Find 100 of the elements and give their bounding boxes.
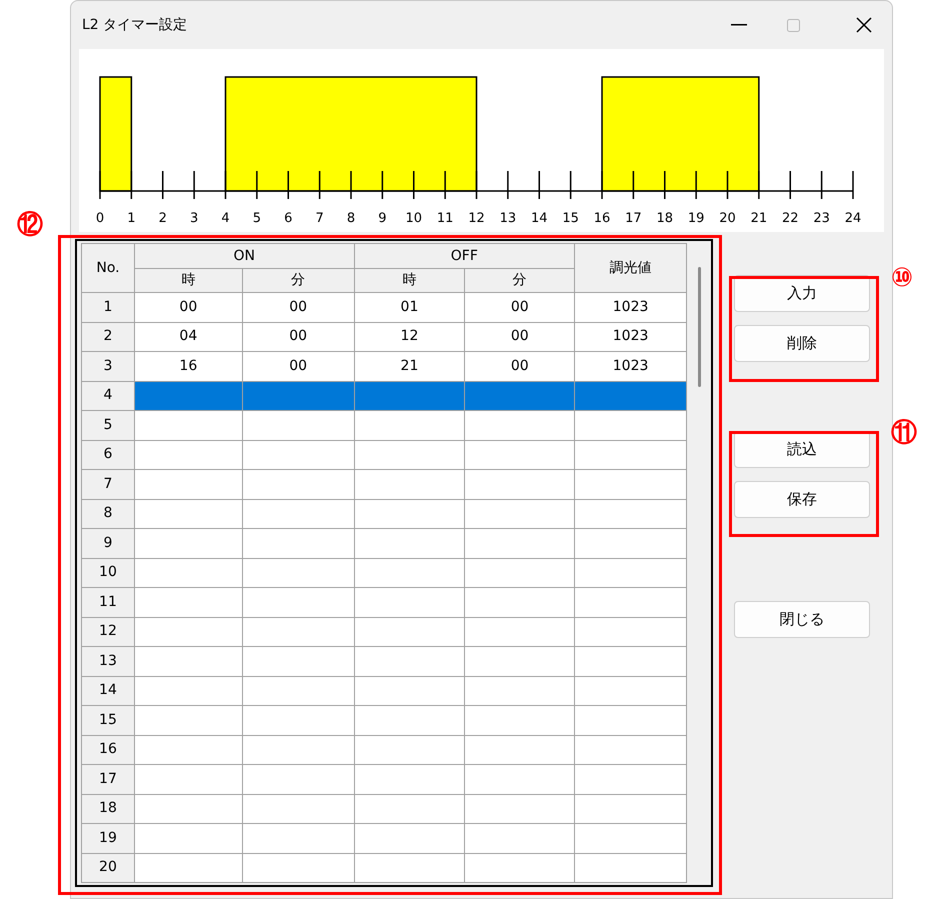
row-number: 2 xyxy=(82,322,134,352)
table-row[interactable]: 9 xyxy=(82,528,687,558)
table-row[interactable]: 12 xyxy=(82,617,687,646)
table-cell: 1023 xyxy=(574,292,687,322)
row-number: 3 xyxy=(82,352,134,381)
row-number: 11 xyxy=(82,588,134,617)
tick-label: 8 xyxy=(346,211,356,226)
table-row[interactable]: 16 xyxy=(82,735,687,764)
table-row[interactable]: 5 xyxy=(82,410,687,440)
window-title: L2 タイマー設定 xyxy=(82,16,188,34)
tick-label: 7 xyxy=(315,211,324,226)
action-button[interactable]: 閉じる xyxy=(734,601,870,638)
row-number: 14 xyxy=(82,676,134,706)
table-cell: 00 xyxy=(134,292,242,322)
row-number: 1 xyxy=(82,292,134,322)
table-row[interactable]: 1 00 00 01 00 1023 xyxy=(82,292,687,322)
table-row[interactable]: 6 xyxy=(82,440,687,470)
column-header: 調光値 xyxy=(574,244,687,292)
row-number: 15 xyxy=(82,706,134,735)
tick-label: 15 xyxy=(562,211,579,226)
tick-label: 12 xyxy=(468,211,485,226)
annotation-number: ⑪ xyxy=(891,420,917,446)
column-header: 分 xyxy=(464,268,575,292)
table-row[interactable]: 2 04 00 12 00 1023 xyxy=(82,322,687,352)
row-number: 9 xyxy=(82,528,134,558)
table-cell: 16 xyxy=(134,352,242,381)
tick-label: 20 xyxy=(719,211,736,226)
column-header: 分 xyxy=(242,268,354,292)
tick-label: 3 xyxy=(190,211,198,226)
table-cell: 1023 xyxy=(574,352,687,381)
table-row[interactable]: 14 xyxy=(82,676,687,706)
row-number: 16 xyxy=(82,735,134,764)
tick-label: 18 xyxy=(656,211,674,226)
tick-label: 21 xyxy=(750,211,768,226)
action-button[interactable]: 読込 xyxy=(734,431,870,468)
table-row[interactable]: 17 xyxy=(82,764,687,794)
table-row[interactable]: 3 16 00 21 00 1023 xyxy=(82,352,687,381)
row-number: 8 xyxy=(82,499,134,528)
table-cell: 00 xyxy=(242,322,354,352)
table-row[interactable]: 19 xyxy=(82,824,687,853)
action-button[interactable]: 保存 xyxy=(734,481,870,518)
row-number: 6 xyxy=(82,440,134,470)
table-cell: 12 xyxy=(354,322,465,352)
column-header: OFF xyxy=(354,244,575,268)
row-number: 5 xyxy=(82,410,134,440)
row-number: 20 xyxy=(82,853,134,882)
table-row[interactable]: 8 xyxy=(82,499,687,528)
tick-label: 10 xyxy=(405,211,422,226)
tick-label: 6 xyxy=(284,211,292,226)
tick-label: 19 xyxy=(688,211,704,226)
table-cell: 00 xyxy=(242,352,354,381)
tick-label: 13 xyxy=(500,211,516,226)
table-cell: 00 xyxy=(464,292,575,322)
table-row[interactable]: 18 xyxy=(82,794,687,824)
table-row[interactable]: 13 xyxy=(82,646,687,676)
tick-label: 14 xyxy=(530,211,548,226)
row-number: 13 xyxy=(82,646,134,676)
row-number: 19 xyxy=(82,824,134,853)
row-number: 7 xyxy=(82,470,134,499)
table-cell: 00 xyxy=(242,292,354,322)
tick-label: 23 xyxy=(813,211,830,226)
column-header: 時 xyxy=(354,268,465,292)
tick-label: 9 xyxy=(378,211,387,226)
table-cell: 04 xyxy=(134,322,242,352)
action-button[interactable]: 入力 xyxy=(734,275,870,312)
table-row[interactable]: 20 xyxy=(82,853,687,882)
tick-label: 11 xyxy=(436,211,454,226)
column-header: ON xyxy=(134,244,354,268)
tick-label: 2 xyxy=(158,211,167,226)
annotation-number: ⑫ xyxy=(17,212,43,238)
table-row[interactable]: 7 xyxy=(82,470,687,499)
minimize-icon[interactable] xyxy=(731,24,747,26)
row-number: 4 xyxy=(82,381,134,410)
tick-label: 0 xyxy=(96,211,104,226)
tick-label: 4 xyxy=(221,211,230,226)
action-button[interactable]: 削除 xyxy=(734,325,870,362)
close-icon[interactable] xyxy=(856,17,872,33)
table-row[interactable]: 11 xyxy=(82,588,687,617)
tick-label: 1 xyxy=(127,211,136,226)
row-number: 10 xyxy=(82,558,134,588)
column-header: 時 xyxy=(134,268,242,292)
row-number: 18 xyxy=(82,794,134,824)
table-cell: 00 xyxy=(464,352,575,381)
tick-label: 16 xyxy=(594,211,610,226)
row-number: 17 xyxy=(82,764,134,794)
maximize-icon[interactable] xyxy=(787,18,800,32)
table-row[interactable]: 10 xyxy=(82,558,687,588)
table-row[interactable]: 15 xyxy=(82,706,687,735)
annotation-number: ⑩ xyxy=(891,265,914,291)
scrollbar-thumb[interactable] xyxy=(698,267,701,387)
row-number: 12 xyxy=(82,617,134,646)
tick-label: 5 xyxy=(252,211,262,226)
tick-label: 17 xyxy=(625,211,642,226)
table-row[interactable]: 4 xyxy=(82,381,687,410)
table-cell: 1023 xyxy=(574,322,687,352)
table-cell: 21 xyxy=(354,352,465,381)
column-header: No. xyxy=(82,244,134,292)
tick-label: 22 xyxy=(782,211,799,226)
table-cell: 01 xyxy=(354,292,465,322)
tick-label: 24 xyxy=(844,211,862,226)
